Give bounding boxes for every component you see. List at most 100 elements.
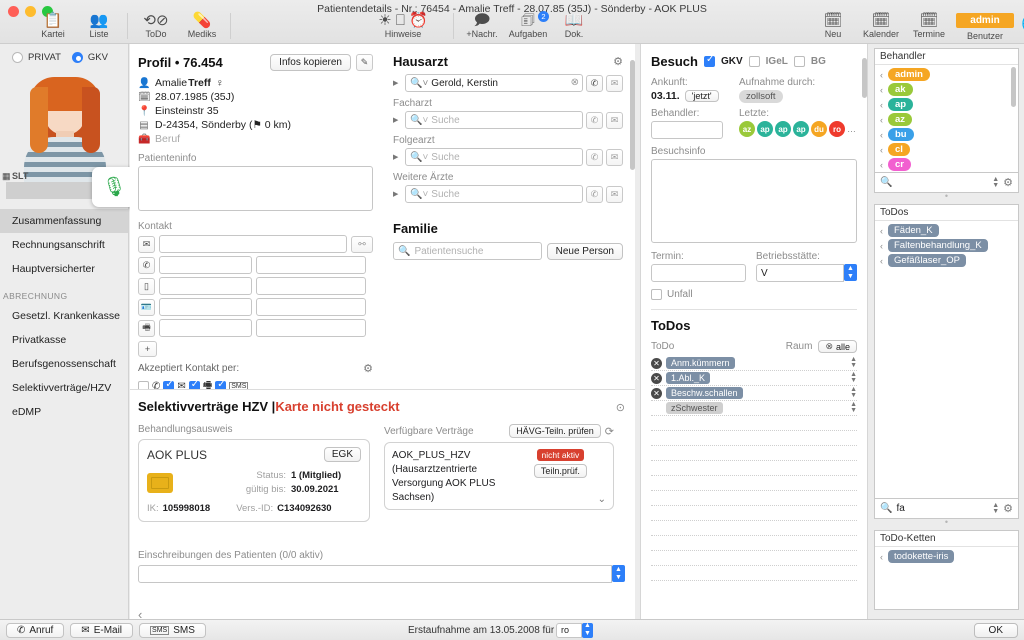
folgearzt-search-input[interactable]: 🔍˅ Suche (405, 148, 583, 166)
chevron-left-icon[interactable]: ‹ (880, 145, 883, 155)
list-item[interactable]: ‹ Fäden_K (875, 223, 1018, 238)
chevron-left-icon[interactable]: ‹ (880, 100, 883, 110)
expand-triangle-icon[interactable]: ▶ (393, 79, 402, 87)
chevron-left-icon[interactable]: ‹ (880, 70, 883, 80)
link-key-icon[interactable]: ⚯ (351, 235, 373, 253)
scrollbar-visit[interactable] (862, 58, 867, 98)
chevron-left-icon[interactable]: ‹ (880, 552, 883, 562)
sidebar-item-privatkasse[interactable]: Privatkasse (0, 328, 128, 352)
fax-field-right[interactable] (256, 319, 366, 337)
todo-stepper[interactable]: ▲ ▼ (850, 356, 857, 369)
chevron-left-icon[interactable]: ‹ (880, 115, 883, 125)
behandler-input[interactable] (651, 121, 723, 139)
toolbar-nachricht[interactable]: 🗩 +Nachr. (459, 13, 505, 39)
table-row[interactable]: ✕ Anm.kümmern ▲ ▼ (651, 356, 857, 371)
table-row[interactable] (651, 551, 857, 566)
list-item[interactable]: ‹ todokette-iris (875, 549, 1018, 564)
sidebar-item-zusammenfassung[interactable]: Zusammenfassung (0, 209, 128, 233)
table-row[interactable]: zSchwester ▲ ▼ (651, 401, 857, 416)
toolbar-globe[interactable]: 🌐 (1018, 13, 1024, 34)
sidebar-item-rechnungsanschrift[interactable]: Rechnungsanschrift (0, 233, 128, 257)
toolbar-hinweise[interactable]: ☀ ⎕ ⏰ Hinweise (358, 13, 448, 39)
clear-icon[interactable]: ⊗ (571, 77, 579, 88)
chevron-left-icon[interactable]: ‹ (880, 256, 883, 266)
table-row[interactable] (651, 491, 857, 506)
list-item[interactable]: ‹ az (875, 112, 1018, 127)
igel-checkbox[interactable] (748, 56, 760, 67)
facharzt-call-button[interactable]: ✆ (586, 111, 603, 129)
folgearzt-call-button[interactable]: ✆ (586, 148, 603, 166)
contract-check-button[interactable]: Teiln.prüf. (533, 464, 587, 478)
toolbar-benutzer[interactable]: admin Benutzer (952, 13, 1018, 41)
new-person-button[interactable]: Neue Person (546, 242, 623, 260)
list-item[interactable]: ‹ bu (875, 127, 1018, 142)
toolbar-kalender[interactable]: 🗓 Kalender (856, 13, 906, 39)
behandler-search-row[interactable]: 🔍 ▲ ▼ ⚙ (874, 173, 1019, 193)
copy-info-button[interactable]: Infos kopieren (270, 54, 351, 71)
list-item[interactable]: ‹ Gefäßlaser_OP (875, 253, 1018, 268)
betriebsstaette-select[interactable]: V (756, 264, 844, 282)
sms-button[interactable]: SMS SMS (139, 622, 206, 638)
letzte-item-3[interactable]: ap (793, 121, 809, 137)
letzte-item-2[interactable]: ap (775, 121, 791, 137)
list-item[interactable]: ‹ admin (875, 67, 1018, 82)
email-button[interactable]: ✉ E-Mail (70, 622, 134, 638)
chevron-left-icon[interactable]: ‹ (880, 85, 883, 95)
havg-check-button[interactable]: HÄVG-Teiln. prüfen (509, 424, 601, 438)
behandler-sort-stepper[interactable]: ▲ ▼ (992, 176, 999, 189)
hausarzt-search-input[interactable]: 🔍˅ Gerold, Kerstin ⊗ (405, 74, 583, 92)
weitere-aerzte-mail-button[interactable]: ✉ (606, 185, 623, 203)
expand-triangle-icon[interactable]: ▶ (393, 153, 402, 161)
letzte-more[interactable]: … (847, 124, 856, 134)
todo-stepper[interactable]: ▲ ▼ (850, 386, 857, 399)
toolbar-neu[interactable]: 🗓 Neu (810, 13, 856, 39)
refresh-icon[interactable]: ⟳ (605, 425, 614, 438)
letzte-item-1[interactable]: ap (757, 121, 773, 137)
table-row[interactable] (651, 521, 857, 536)
hausarzt-mail-button[interactable]: ✉ (606, 74, 623, 92)
chevron-down-icon[interactable]: ⌄ (598, 494, 606, 505)
remove-icon[interactable]: ✕ (651, 372, 662, 384)
mobile-field-left[interactable] (159, 277, 252, 295)
folgearzt-mail-button[interactable]: ✉ (606, 148, 623, 166)
add-contact-button[interactable]: + (138, 341, 157, 357)
besuchsinfo-textarea[interactable] (651, 159, 857, 243)
pencil-icon[interactable]: ✎ (356, 54, 373, 71)
toolbar-dok[interactable]: 📖 Dok. (551, 13, 597, 39)
toolbar-mediks[interactable]: 💊 Mediks (179, 13, 225, 39)
ok-button[interactable]: OK (973, 622, 1018, 638)
enrollments-stepper[interactable]: ▲ ▼ (612, 565, 625, 582)
scrollbar-behandler[interactable] (1011, 67, 1016, 107)
letzte-item-0[interactable]: az (739, 121, 755, 137)
list-item[interactable]: ‹ ap (875, 97, 1018, 112)
insurance-type-radiogroup[interactable]: PRIVAT GKV (0, 44, 128, 67)
first-admission-stepper[interactable]: ▲ ▼ (582, 622, 593, 638)
todos-search-row[interactable]: 🔍 fa ▲ ▼ ⚙ (874, 499, 1019, 519)
toolbar-todo[interactable]: ⟲⊘ ToDo (133, 13, 179, 39)
toolbar-aufgaben[interactable]: 🗊 2 Aufgaben (505, 11, 551, 39)
betriebsstaette-stepper[interactable]: ▲ ▼ (844, 264, 857, 281)
idcard-field-right[interactable] (256, 298, 366, 316)
gear-icon[interactable]: ⚙ (613, 55, 623, 68)
table-row[interactable] (651, 476, 857, 491)
toolbar-termine[interactable]: 🗓 Termine (906, 13, 952, 39)
radio-gkv[interactable] (71, 52, 83, 63)
table-row[interactable]: ✕ 1.Abl._K ▲ ▼ (651, 371, 857, 386)
patient-avatar[interactable]: ▦ SLT 🎙 (0, 67, 136, 207)
todos-search-input[interactable]: fa (896, 503, 988, 514)
remove-icon[interactable]: ✕ (651, 387, 662, 399)
phone-field-left[interactable] (159, 256, 252, 274)
list-item[interactable]: ‹ cl (875, 142, 1018, 157)
letzte-item-5[interactable]: ro (829, 121, 845, 137)
patient-info-textarea[interactable] (138, 166, 373, 211)
table-row[interactable] (651, 566, 857, 581)
table-row[interactable]: ✕ Beschw.schallen ▲ ▼ (651, 386, 857, 401)
enrollments-select[interactable] (138, 565, 612, 583)
chevron-left-icon[interactable]: ‹ (880, 241, 883, 251)
gear-icon[interactable]: ⚙ (363, 362, 373, 375)
radio-privat[interactable] (12, 52, 23, 63)
table-row[interactable] (651, 461, 857, 476)
list-item[interactable]: ‹ cr (875, 157, 1018, 172)
family-search-input[interactable]: 🔍 Patientensuche (393, 242, 542, 260)
gear-icon[interactable]: ⚙ (1003, 176, 1013, 189)
